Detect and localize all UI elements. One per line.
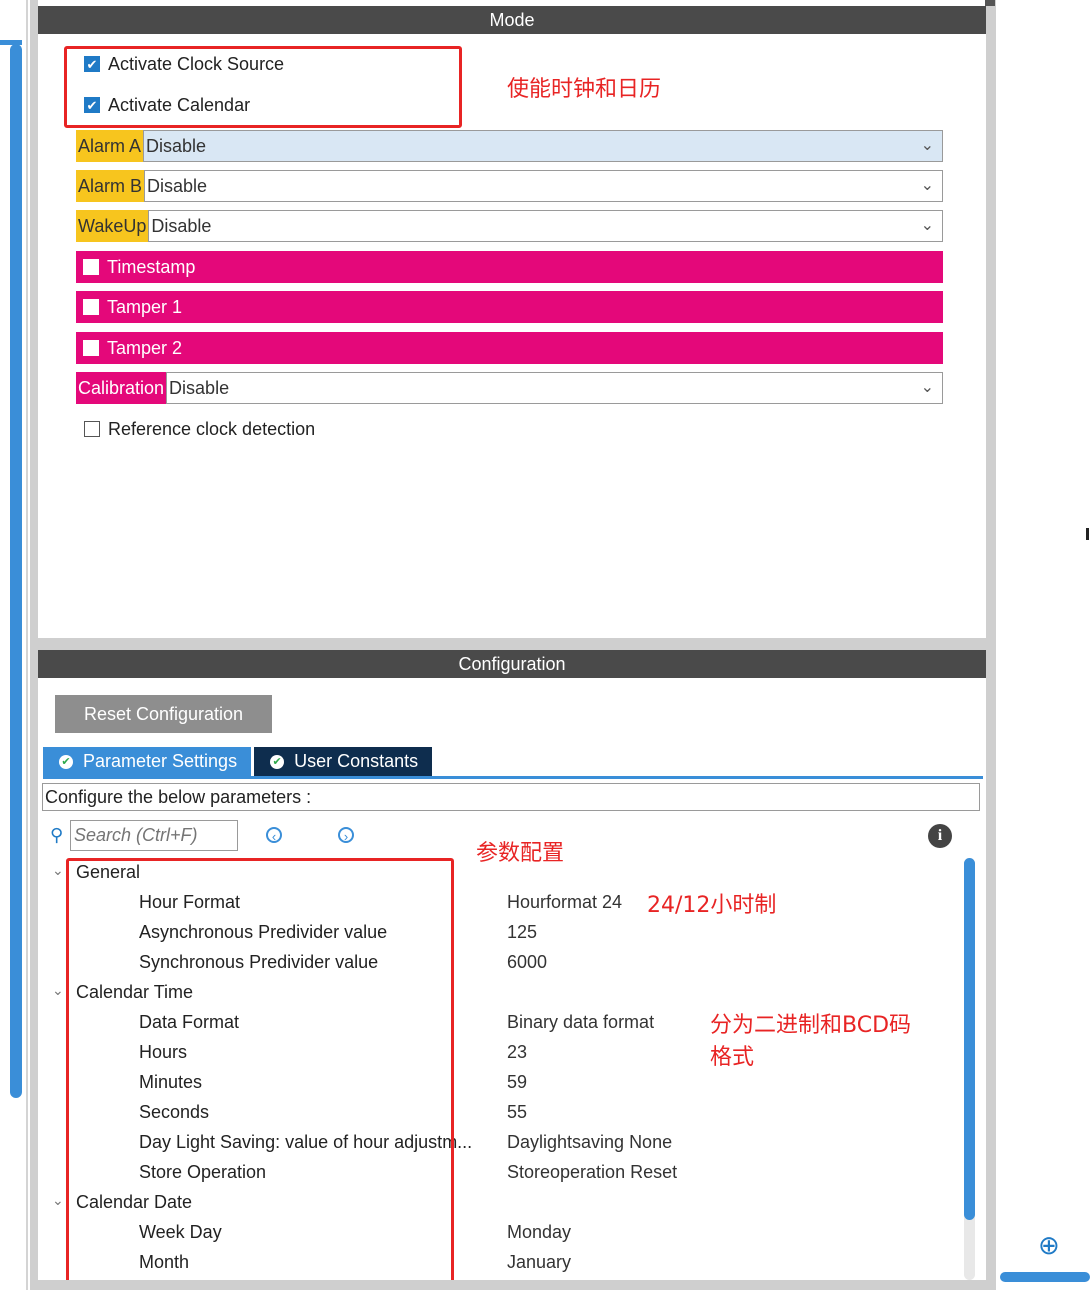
annotation-hour-note: 24/12小时制	[647, 893, 777, 918]
bottom-frame	[30, 1280, 996, 1290]
annotation-box-enable	[64, 46, 462, 128]
next-match-icon[interactable]: ›	[338, 827, 354, 844]
chevron-down-icon: ⌄	[920, 177, 934, 194]
chevron-down-icon: ⌄	[920, 217, 934, 234]
wakeup-label: WakeUp	[76, 210, 149, 242]
chevron-down-icon: ⌄	[920, 137, 934, 154]
annotation-format-note-line2: 格式	[710, 1045, 755, 1070]
param-value[interactable]: Storeoperation Reset	[507, 1157, 677, 1187]
param-value[interactable]: 59	[507, 1067, 527, 1097]
chevron-down-icon[interactable]: ⌄	[52, 1185, 64, 1215]
param-value[interactable]: January	[507, 1247, 571, 1277]
horizontal-scrollbar[interactable]	[1000, 1272, 1090, 1282]
alarm-a-row: Alarm A Disable ⌄	[76, 130, 943, 162]
check-circle-icon: ✔	[270, 754, 285, 769]
right-frame	[986, 0, 996, 1290]
zoom-in-icon[interactable]: ⊕	[1038, 1230, 1060, 1261]
param-value[interactable]: 23	[507, 1037, 527, 1067]
timestamp-label: Timestamp	[107, 256, 196, 277]
wakeup-select[interactable]: Disable ⌄	[148, 210, 943, 242]
config-tabs: ✔ Parameter Settings ✔ User Constants	[43, 747, 433, 776]
tab-user-constants[interactable]: ✔ User Constants	[254, 747, 433, 776]
configuration-header: Configuration	[38, 650, 986, 678]
annotation-params-note: 参数配置	[476, 841, 565, 866]
param-value[interactable]: Hourformat 24	[507, 887, 622, 917]
calibration-select[interactable]: Disable ⌄	[166, 372, 943, 404]
reference-clock-row[interactable]: Reference clock detection	[84, 414, 315, 444]
calibration-row: Calibration Disable ⌄	[76, 372, 943, 404]
tree-scrollbar[interactable]	[964, 858, 975, 1220]
left-edge	[26, 0, 28, 1290]
tab-underline	[43, 776, 983, 779]
calibration-value: Disable	[169, 378, 230, 398]
tab-label: Parameter Settings	[83, 751, 238, 771]
tamper1-checkbox[interactable]	[83, 299, 99, 315]
reference-clock-checkbox[interactable]	[84, 421, 100, 437]
annotation-enable-note: 使能时钟和日历	[507, 77, 662, 102]
edge-mark	[1086, 528, 1089, 540]
tamper2-label: Tamper 2	[107, 337, 183, 358]
tamper2-row[interactable]: Tamper 2	[76, 332, 943, 364]
wakeup-row: WakeUp Disable ⌄	[76, 210, 943, 242]
tamper1-label: Tamper 1	[107, 296, 183, 317]
alarm-b-value: Disable	[147, 176, 208, 196]
tab-parameter-settings[interactable]: ✔ Parameter Settings	[43, 747, 252, 776]
panel-separator	[38, 638, 986, 650]
alarm-a-select[interactable]: Disable ⌄	[143, 130, 943, 162]
param-value[interactable]: Monday	[507, 1217, 571, 1247]
previous-match-icon[interactable]: ‹	[266, 827, 282, 844]
annotation-box-params	[66, 858, 454, 1288]
param-value[interactable]: 125	[507, 917, 537, 947]
search-input[interactable]	[70, 820, 238, 851]
wakeup-value: Disable	[151, 216, 212, 236]
left-frame	[30, 0, 38, 1290]
tab-label: User Constants	[294, 751, 419, 771]
alarm-a-label: Alarm A	[76, 130, 144, 162]
alarm-b-row: Alarm B Disable ⌄	[76, 170, 943, 202]
chevron-down-icon[interactable]: ⌄	[52, 975, 64, 1005]
alarm-b-label: Alarm B	[76, 170, 145, 202]
info-icon[interactable]: i	[928, 824, 952, 848]
mode-header: Mode	[38, 6, 986, 34]
param-value[interactable]: Binary data format	[507, 1007, 654, 1037]
tamper2-checkbox[interactable]	[83, 340, 99, 356]
search-icon: ⚲	[50, 825, 64, 845]
param-value[interactable]: 55	[507, 1097, 527, 1127]
parameter-hint: Configure the below parameters :	[42, 783, 980, 811]
reset-configuration-button[interactable]: Reset Configuration	[55, 695, 272, 733]
left-scrollbar[interactable]	[10, 44, 22, 1098]
corner-mark	[985, 0, 995, 6]
timestamp-row[interactable]: Timestamp	[76, 251, 943, 283]
calibration-label: Calibration	[76, 372, 167, 404]
chevron-down-icon: ⌄	[920, 379, 934, 396]
timestamp-checkbox[interactable]	[83, 259, 99, 275]
annotation-format-note-line1: 分为二进制和BCD码	[710, 1013, 912, 1038]
check-circle-icon: ✔	[59, 754, 73, 769]
tamper1-row[interactable]: Tamper 1	[76, 291, 943, 323]
chevron-down-icon[interactable]: ⌄	[52, 855, 64, 885]
param-value[interactable]: 6000	[507, 947, 547, 977]
reference-clock-label: Reference clock detection	[108, 418, 316, 439]
param-value[interactable]: Daylightsaving None	[507, 1127, 672, 1157]
alarm-a-value: Disable	[146, 136, 207, 156]
alarm-b-select[interactable]: Disable ⌄	[144, 170, 943, 202]
